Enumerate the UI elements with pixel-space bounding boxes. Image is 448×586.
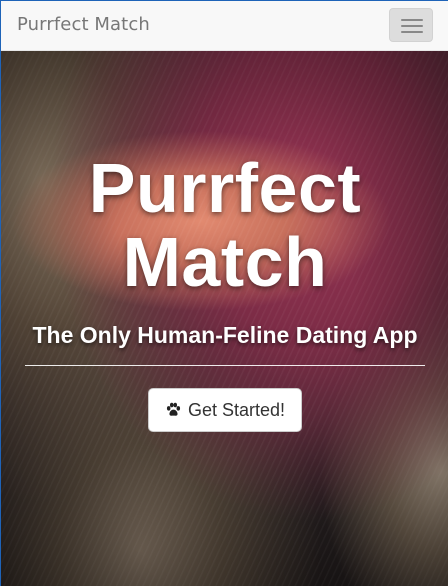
get-started-button[interactable]: Get Started!	[147, 388, 303, 432]
paw-icon	[166, 402, 181, 416]
app-window: Purrfect Match Purrfect Match The Only H…	[0, 0, 448, 586]
hero-subtitle: The Only Human-Feline Dating App	[32, 322, 418, 348]
navbar: Purrfect Match	[1, 1, 448, 51]
hero-content: Purrfect Match The Only Human-Feline Dat…	[1, 151, 448, 432]
get-started-label: Get Started!	[187, 399, 286, 420]
hamburger-menu-icon	[401, 19, 423, 21]
hamburger-menu-icon-bar	[401, 25, 423, 27]
hamburger-menu-icon-bar	[401, 31, 423, 33]
hero-divider	[25, 365, 425, 366]
hero-title: Purrfect Match	[88, 149, 362, 301]
navbar-toggle-button[interactable]	[389, 8, 433, 42]
navbar-brand[interactable]: Purrfect Match	[17, 14, 150, 35]
